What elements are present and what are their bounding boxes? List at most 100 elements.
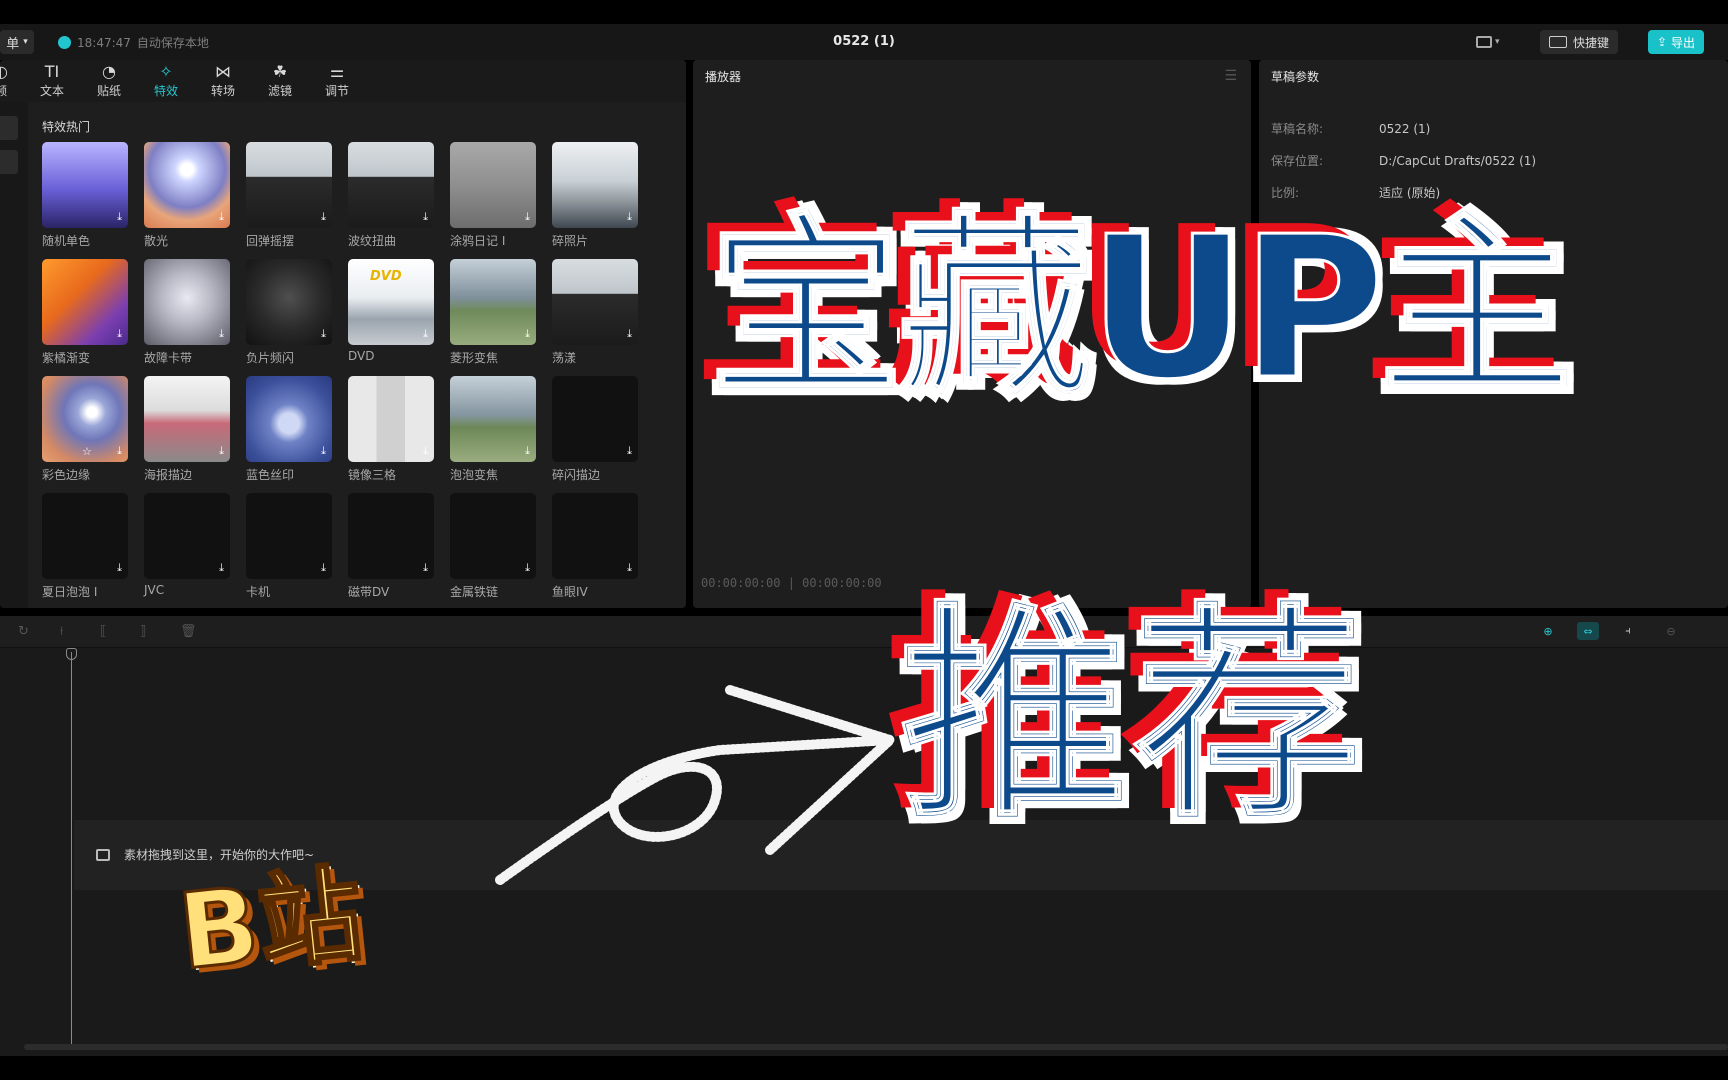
split-right-icon[interactable]: ⟧ xyxy=(140,624,146,639)
effect-label: 卡机 xyxy=(246,585,271,599)
effect-thumbnail: ⤓ xyxy=(42,493,128,579)
effect-tile[interactable]: ⤓ 磁带DV xyxy=(348,493,434,600)
download-icon: ⤓ xyxy=(219,327,224,340)
draft-key: 草稿名称: xyxy=(1271,122,1324,136)
effect-tile[interactable]: ⤓ 镜像三格 xyxy=(348,376,434,483)
film-icon xyxy=(96,848,110,861)
effect-tile[interactable]: ⤓ 随机单色 xyxy=(42,142,128,249)
download-icon: ⤓ xyxy=(627,444,632,457)
effect-tile[interactable]: ⤓ 散光 xyxy=(144,142,230,249)
chalk-arrow-graphic xyxy=(495,685,900,885)
effect-tile[interactable]: ⤓ 故障卡带 xyxy=(144,259,230,366)
effect-tile[interactable]: ⤓ 菱形变焦 xyxy=(450,259,536,366)
effect-tile[interactable]: ⤓ JVC xyxy=(144,493,230,597)
player-title: 播放器 xyxy=(705,70,742,84)
effect-thumbnail: ⤓ xyxy=(348,376,434,462)
download-icon: ⤓ xyxy=(117,210,122,223)
effect-label: 荡漾 xyxy=(552,351,577,365)
effect-thumbnail: ⤓ xyxy=(144,259,230,345)
zoom-icon[interactable]: ⊖ xyxy=(1660,622,1682,640)
redo-icon[interactable]: ↻ xyxy=(18,624,29,639)
effect-thumbnail: ⤓ xyxy=(144,493,230,579)
text-icon: TI xyxy=(44,62,60,81)
sidebar-item-other[interactable] xyxy=(0,150,18,174)
overlay-title-line2: 推荐 xyxy=(898,583,1369,853)
overlay-title-line1: 宝藏UP主 xyxy=(707,194,1577,425)
tab-label: 频 xyxy=(0,84,7,98)
tab-filter[interactable]: ☘ 滤镜 xyxy=(257,62,303,99)
effect-tile[interactable]: ⤓ 荡漾 xyxy=(552,259,638,366)
download-icon: ⤓ xyxy=(525,327,530,340)
effect-tile[interactable]: ⤓ 波纹扭曲 xyxy=(348,142,434,249)
split-left-icon[interactable]: ⟦ xyxy=(100,624,106,639)
timeline-toolbar: ↻ ⟊ ⟦ ⟧ 🗑 ⊕ ⇔ ⫞ ⊖ xyxy=(0,616,1728,648)
effect-tile[interactable]: ⤓ 回弹摇摆 xyxy=(246,142,332,249)
download-icon: ⤓ xyxy=(627,210,632,223)
download-icon: ⤓ xyxy=(423,210,428,223)
category-sidebar xyxy=(0,102,28,608)
preview-axis-icon[interactable]: ⫞ xyxy=(1617,622,1639,640)
tab-transition[interactable]: ⋈ 转场 xyxy=(200,62,246,99)
tab-text[interactable]: TI 文本 xyxy=(29,62,75,99)
adjust-icon: ⚌ xyxy=(329,62,345,81)
effect-label: 菱形变焦 xyxy=(450,351,499,365)
tab-effects[interactable]: ✧ 特效 xyxy=(143,62,189,99)
menu-icon[interactable]: ☰ xyxy=(1224,68,1237,84)
effect-tile[interactable]: DVD ⤓ DVD xyxy=(348,259,434,363)
title-bar: 单 ▾ 18:47:47 自动保存本地 0522 (1) ▾ 快捷键 ⇪ 导出 xyxy=(0,24,1728,60)
effect-tile[interactable]: ⤓ 泡泡变焦 xyxy=(450,376,536,483)
player-timecode: 00:00:00:00 | 00:00:00:00 xyxy=(701,576,882,590)
link-icon[interactable]: ⇔ xyxy=(1577,622,1599,640)
download-icon: ⤓ xyxy=(525,444,530,457)
effect-tile[interactable]: ⤓ 金属铁链 xyxy=(450,493,536,600)
sidebar-item-hot[interactable] xyxy=(0,116,18,140)
download-icon: ⤓ xyxy=(321,210,326,223)
main-track-magnet-icon[interactable]: ⊕ xyxy=(1537,622,1559,640)
effect-label: 负片频闪 xyxy=(246,351,295,365)
effect-thumbnail: ⤓ xyxy=(552,493,638,579)
download-icon: ⤓ xyxy=(117,327,122,340)
effect-label: 泡泡变焦 xyxy=(450,468,499,482)
effect-thumbnail: ⤓ xyxy=(552,259,638,345)
effect-tile[interactable]: ⤓ 碎闪描边 xyxy=(552,376,638,483)
effect-thumbnail: ⤓ xyxy=(246,259,332,345)
effect-label: JVC xyxy=(144,583,165,597)
tab-media[interactable]: ◐ 频 xyxy=(0,62,24,99)
effect-label: 鱼眼IV xyxy=(552,585,588,599)
effect-tile[interactable]: ⤓ 碎照片 xyxy=(552,142,638,249)
download-icon: ⤓ xyxy=(219,561,224,574)
effect-label: 镜像三格 xyxy=(348,468,397,482)
effect-tile[interactable]: ⤓ 卡机 xyxy=(246,493,332,600)
download-icon: ⤓ xyxy=(627,561,632,574)
delete-icon[interactable]: 🗑 xyxy=(180,624,197,639)
download-icon: ⤓ xyxy=(525,210,530,223)
split-icon[interactable]: ⟊ xyxy=(60,624,63,639)
effect-tile[interactable]: ⤓ 蓝色丝印 xyxy=(246,376,332,483)
effect-thumbnail: ⤓ xyxy=(246,142,332,228)
effect-tile[interactable]: ⤓ 涂鸦日记 I xyxy=(450,142,536,249)
tab-label: 贴纸 xyxy=(96,84,121,98)
tab-label: 调节 xyxy=(324,84,349,98)
effect-tile[interactable]: ⤓ 夏日泡泡 I xyxy=(42,493,128,600)
download-icon: ⤓ xyxy=(219,210,224,223)
effect-label: 回弹摇摆 xyxy=(246,234,295,248)
shortcut-button[interactable]: 快捷键 xyxy=(1540,30,1618,54)
playhead[interactable] xyxy=(71,652,72,1050)
effect-thumbnail: ☆ ⤓ xyxy=(42,376,128,462)
tab-sticker[interactable]: ◔ 贴纸 xyxy=(86,62,132,99)
export-button[interactable]: ⇪ 导出 xyxy=(1648,30,1704,54)
effect-tile[interactable]: ⤓ 负片频闪 xyxy=(246,259,332,366)
effect-thumbnail: ⤓ xyxy=(144,376,230,462)
timeline-scrollbar[interactable] xyxy=(24,1044,1728,1050)
effect-thumbnail: ⤓ xyxy=(246,376,332,462)
effect-tile[interactable]: ⤓ 紫橘渐变 xyxy=(42,259,128,366)
effect-thumbnail: ⤓ xyxy=(42,259,128,345)
layout-button[interactable]: ▾ xyxy=(1476,32,1510,52)
download-icon: ⤓ xyxy=(117,561,122,574)
effect-tile[interactable]: ⤓ 海报描边 xyxy=(144,376,230,483)
effect-tile[interactable]: ☆ ⤓ 彩色边缘 xyxy=(42,376,128,483)
export-icon: ⇪ xyxy=(1656,35,1668,49)
effect-tile[interactable]: ⤓ 鱼眼IV xyxy=(552,493,638,600)
tab-adjust[interactable]: ⚌ 调节 xyxy=(314,62,360,99)
media-icon: ◐ xyxy=(0,62,8,81)
